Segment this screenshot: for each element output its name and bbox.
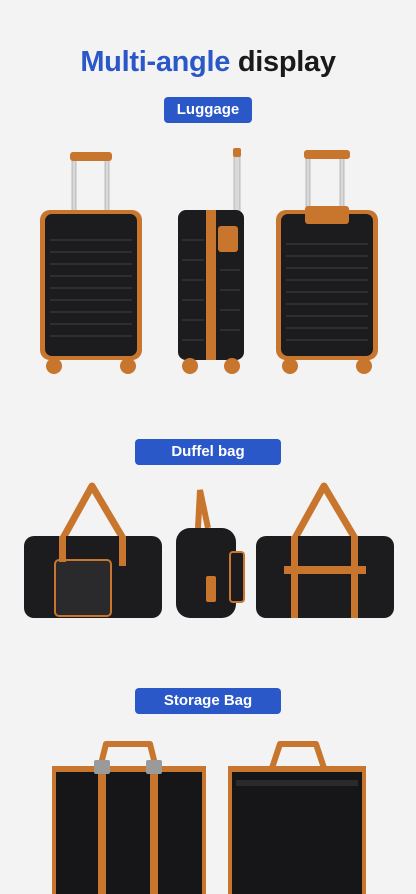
page-title: Multi-angle display (0, 46, 416, 79)
duffel-side-view (176, 489, 245, 618)
luggage-views (40, 148, 378, 374)
duffel-back-view (256, 482, 394, 618)
title-rest: display (237, 46, 336, 78)
duffel-front-view (24, 482, 162, 618)
section-label-storage: Storage Bag (135, 688, 281, 714)
section-label-luggage: Luggage (164, 97, 252, 123)
title-accent: Multi-angle (80, 46, 231, 78)
duffel-views (24, 482, 394, 618)
storage-bag-front-view (52, 741, 206, 894)
section-label-duffel: Duffel bag (135, 439, 281, 465)
storage-bag-views (52, 741, 366, 894)
luggage-side-view (178, 148, 244, 374)
storage-bag-back-view (228, 741, 366, 894)
luggage-back-view (276, 150, 378, 374)
luggage-front-view (40, 152, 142, 374)
